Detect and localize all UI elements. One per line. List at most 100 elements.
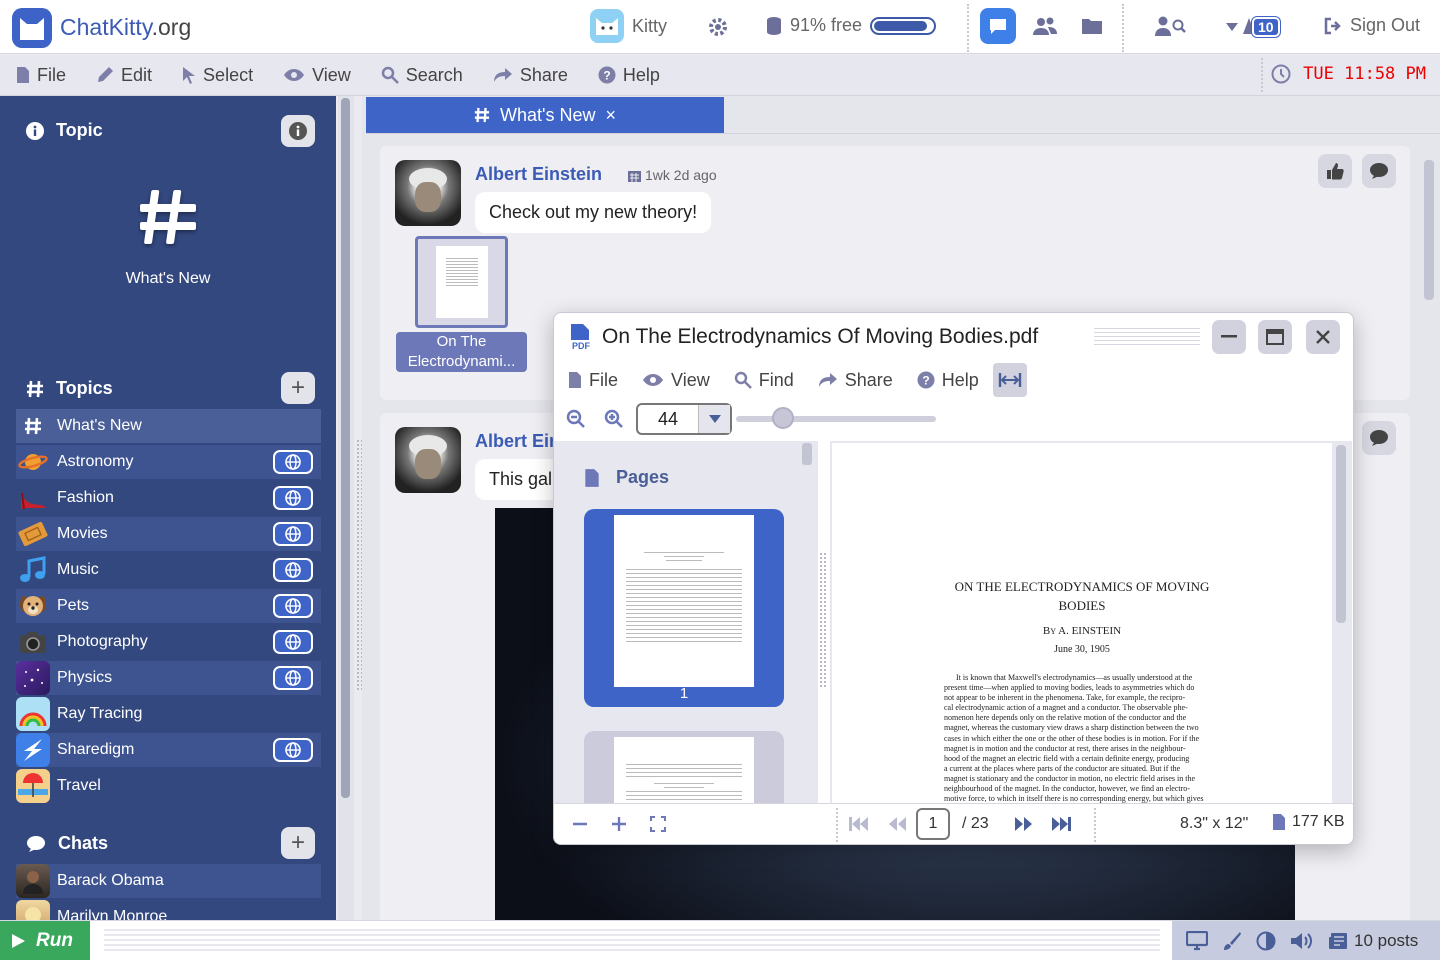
next-page-icon[interactable] — [1014, 816, 1034, 832]
topic-item[interactable]: Sharedigm — [16, 733, 321, 767]
plus-icon: + — [290, 829, 305, 856]
contrast-icon[interactable] — [1256, 931, 1276, 951]
minus-icon[interactable] — [572, 816, 588, 832]
find-user-icon[interactable] — [1152, 8, 1188, 44]
topic-item[interactable]: What's New — [16, 409, 321, 443]
public-globe-button[interactable] — [273, 558, 313, 582]
menu-search[interactable]: Search — [365, 55, 477, 96]
chat-bubble-icon[interactable] — [980, 8, 1016, 44]
posts-count[interactable]: 10 posts — [1328, 931, 1418, 951]
chat-item[interactable]: Marilyn Monroe — [16, 900, 321, 920]
page-number-input[interactable]: 1 — [916, 808, 950, 840]
chevron-down-icon[interactable] — [698, 405, 730, 433]
tab-whats-new[interactable]: What's New × — [366, 97, 724, 133]
topic-item[interactable]: Music — [16, 553, 321, 587]
fullscreen-icon[interactable] — [650, 816, 666, 832]
pdf-menu-view[interactable]: View — [628, 370, 720, 391]
run-button[interactable]: Run — [0, 921, 90, 960]
total-pages: / 23 — [962, 815, 989, 832]
comment-button[interactable] — [1362, 421, 1396, 455]
topic-info-button[interactable] — [281, 115, 315, 147]
attachment-label[interactable]: On The Electrodynami... — [396, 332, 527, 372]
topic-item[interactable]: Ray Tracing — [16, 697, 321, 731]
notifications-button[interactable]: 10 — [1226, 17, 1280, 37]
topic-item[interactable]: Photography — [16, 625, 321, 659]
page-thumbnail[interactable] — [584, 731, 784, 803]
avatar[interactable] — [395, 427, 461, 493]
zoom-select[interactable]: 44 — [636, 403, 732, 435]
title-drag-handle[interactable] — [1094, 325, 1200, 347]
folder-icon[interactable] — [1074, 8, 1110, 44]
menu-select[interactable]: Select — [166, 55, 267, 96]
public-globe-button[interactable] — [273, 450, 313, 474]
doc-title-line: BODIES — [1058, 598, 1106, 613]
public-globe-button[interactable] — [273, 738, 313, 762]
public-globe-button[interactable] — [273, 522, 313, 546]
chatkitty-logo-icon[interactable] — [12, 8, 52, 48]
storage-indicator[interactable]: 91% free — [766, 15, 937, 36]
menu-file[interactable]: File — [0, 55, 80, 96]
pdf-menu-share[interactable]: Share — [804, 370, 903, 391]
volume-icon[interactable] — [1290, 931, 1314, 951]
public-globe-button[interactable] — [273, 594, 313, 618]
plus-icon[interactable] — [611, 816, 627, 832]
menu-share[interactable]: Share — [477, 55, 582, 96]
zoom-slider-knob[interactable] — [772, 407, 794, 429]
menu-help[interactable]: ? Help — [582, 55, 674, 96]
help-icon: ? — [598, 66, 616, 84]
scrollbar-thumb[interactable] — [341, 98, 350, 798]
zoom-in-icon[interactable] — [604, 409, 624, 429]
bot-name: Kitty — [632, 15, 668, 36]
pages-scrollbar[interactable] — [802, 443, 812, 465]
topic-item[interactable]: Physics — [16, 661, 321, 695]
minimize-button[interactable] — [1212, 320, 1246, 354]
like-button[interactable] — [1318, 154, 1352, 188]
pdf-title-bar[interactable]: PDF On The Electrodynamics Of Moving Bod… — [554, 313, 1353, 361]
post-author[interactable]: Albert Eir — [475, 431, 556, 452]
desktop-icon[interactable] — [1186, 930, 1208, 951]
panel-resize-handle[interactable] — [820, 553, 826, 687]
menu-view[interactable]: View — [267, 55, 365, 96]
page-thumbnail-selected[interactable]: 1 — [584, 509, 784, 707]
pdf-menu-find[interactable]: Find — [720, 370, 804, 391]
main-scrollbar[interactable] — [1424, 160, 1434, 300]
comment-button[interactable] — [1362, 154, 1396, 188]
topic-item[interactable]: Astronomy — [16, 445, 321, 479]
close-window-button[interactable] — [1306, 320, 1340, 354]
close-tab-icon[interactable]: × — [605, 105, 616, 126]
post-author[interactable]: Albert Einstein — [475, 164, 602, 185]
page-scrollbar[interactable] — [1336, 445, 1346, 623]
pdf-page[interactable]: ON THE ELECTRODYNAMICS OF MOVING BODIES … — [832, 443, 1332, 803]
topic-item[interactable]: Pets — [16, 589, 321, 623]
topic-item[interactable]: Travel — [16, 769, 321, 803]
public-globe-button[interactable] — [273, 630, 313, 654]
public-globe-button[interactable] — [273, 486, 313, 510]
brand-name[interactable]: ChatKitty.org — [60, 14, 191, 41]
prev-page-icon[interactable] — [887, 816, 907, 832]
topic-item[interactable]: Fashion — [16, 481, 321, 515]
menu-edit[interactable]: Edit — [80, 55, 166, 96]
zoom-slider-track[interactable] — [736, 416, 936, 422]
first-page-icon[interactable] — [848, 816, 868, 832]
add-topic-button[interactable]: + — [281, 372, 315, 404]
last-page-icon[interactable] — [1052, 816, 1072, 832]
sidebar-scrollbar[interactable] — [338, 96, 354, 920]
maximize-button[interactable] — [1258, 320, 1292, 354]
fit-width-button[interactable] — [992, 363, 1027, 397]
pdf-menu-file[interactable]: File — [554, 370, 628, 391]
settings-gear-icon[interactable] — [707, 16, 729, 38]
pdf-menu-help[interactable]: ? Help — [903, 370, 989, 391]
public-globe-button[interactable] — [273, 666, 313, 690]
sign-out-button[interactable]: Sign Out — [1324, 15, 1420, 36]
brush-icon[interactable] — [1222, 931, 1242, 951]
avatar[interactable] — [395, 160, 461, 226]
users-icon[interactable] — [1027, 8, 1063, 44]
add-chat-button[interactable]: + — [281, 827, 315, 859]
chat-bubble-icon — [1370, 163, 1388, 179]
topic-item[interactable]: Movies — [16, 517, 321, 551]
chat-item[interactable]: Barack Obama — [16, 864, 321, 898]
kitty-bot[interactable]: Kitty — [590, 9, 667, 43]
plus-icon: + — [290, 374, 305, 401]
pdf-attachment-thumbnail[interactable] — [415, 236, 508, 328]
zoom-out-icon[interactable] — [566, 409, 586, 429]
